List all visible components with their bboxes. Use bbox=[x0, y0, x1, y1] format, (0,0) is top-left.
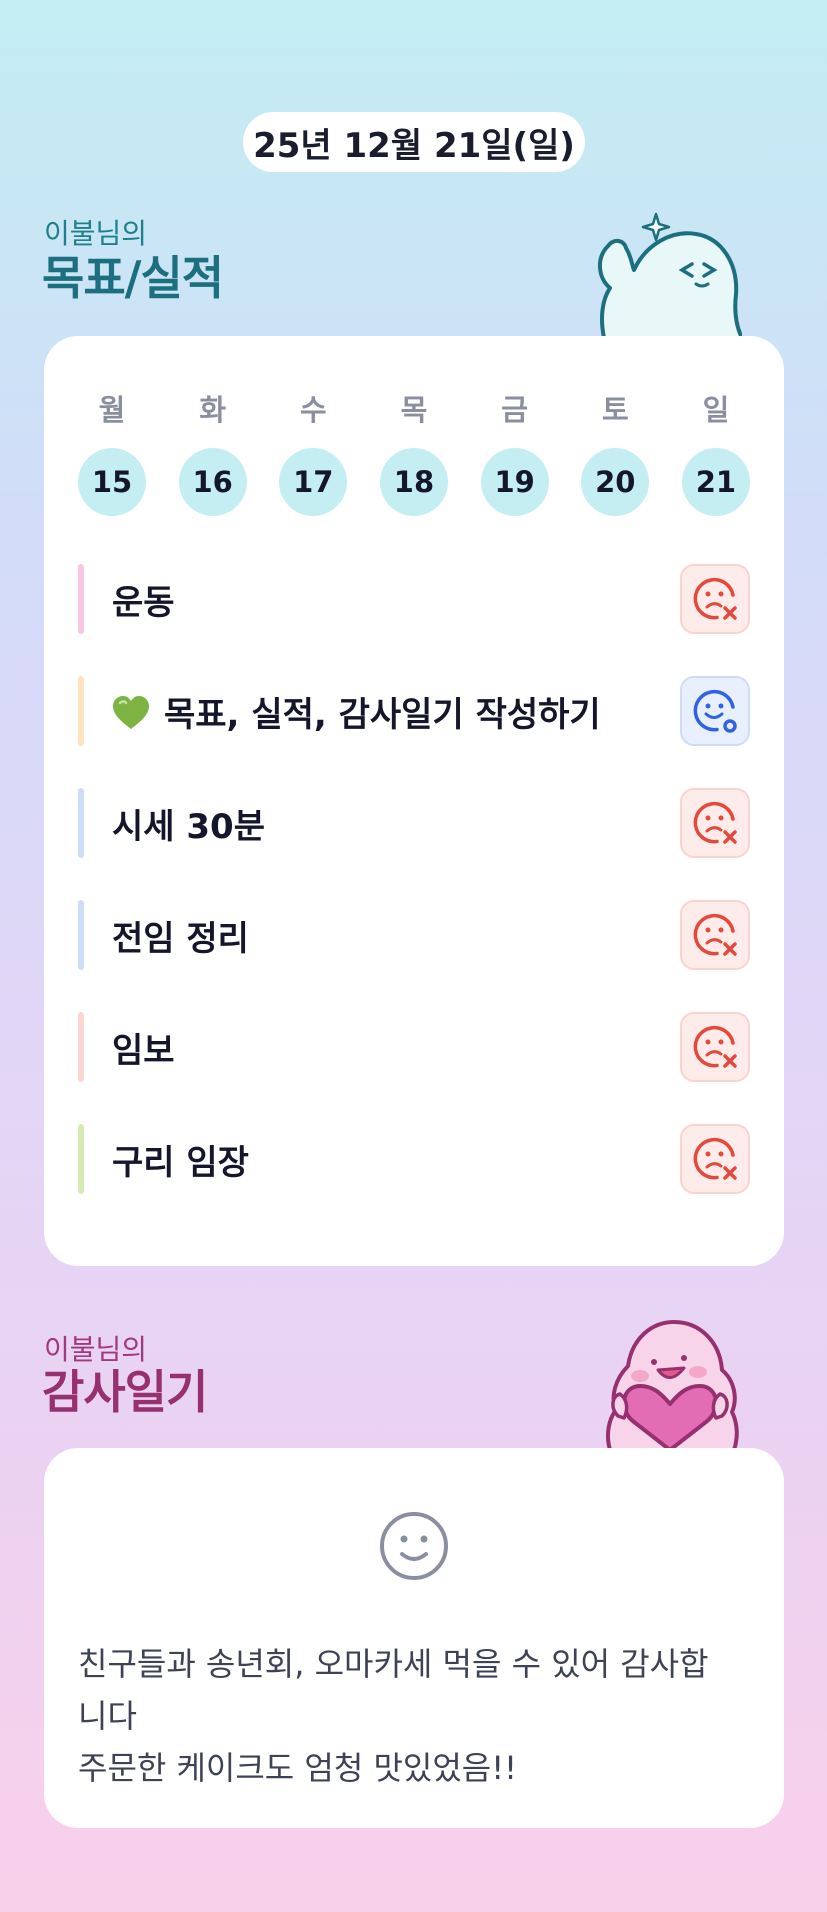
goal-label: 전임 정리 bbox=[112, 918, 249, 959]
day-name: 월 bbox=[98, 393, 126, 427]
thanks-section-title: 감사일기 bbox=[42, 1365, 208, 1419]
day-wed[interactable]: 수 17 bbox=[279, 390, 348, 516]
goal-label: 목표, 실적, 감사일기 작성하기 bbox=[164, 694, 601, 735]
thanks-line: 친구들과 송년회, 오마카세 먹을 수 있어 감사합 bbox=[78, 1645, 709, 1683]
goal-item[interactable]: 구리 임장 bbox=[78, 1124, 750, 1194]
day-number[interactable]: 19 bbox=[480, 448, 549, 516]
goal-color-bar bbox=[78, 788, 84, 858]
day-name: 일 bbox=[702, 393, 730, 427]
sad-face-x-icon bbox=[693, 801, 737, 844]
thanks-card: 친구들과 송년회, 오마카세 먹을 수 있어 감사합 니다 주문한 케이크도 엄… bbox=[44, 1448, 784, 1828]
day-name: 토 bbox=[601, 393, 629, 427]
sad-face-x-icon bbox=[693, 1137, 737, 1180]
fail-status-button[interactable] bbox=[680, 564, 750, 634]
day-fri[interactable]: 금 19 bbox=[480, 390, 549, 516]
goal-color-bar bbox=[78, 1012, 84, 1082]
day-number[interactable]: 18 bbox=[379, 448, 448, 516]
goals-card: 월 15 화 16 수 17 목 18 금 19 토 20 일 21 운동 목표… bbox=[44, 336, 784, 1266]
goal-label: 시세 30분 bbox=[112, 806, 265, 847]
goal-item[interactable]: 전임 정리 bbox=[78, 900, 750, 970]
ok-status-button[interactable] bbox=[680, 676, 750, 746]
goal-item[interactable]: 목표, 실적, 감사일기 작성하기 bbox=[78, 676, 750, 746]
day-sat[interactable]: 토 20 bbox=[581, 390, 650, 516]
goal-label: 임보 bbox=[112, 1030, 175, 1071]
day-number[interactable]: 17 bbox=[279, 448, 348, 516]
waving-mascot-icon bbox=[598, 212, 742, 338]
goal-label: 구리 임장 bbox=[112, 1142, 249, 1183]
fail-status-button[interactable] bbox=[680, 788, 750, 858]
smile-face-icon[interactable] bbox=[378, 1510, 450, 1582]
day-name: 수 bbox=[299, 393, 327, 427]
date-pill[interactable]: 25년 12월 21일(일) bbox=[243, 112, 585, 172]
goals-section-title: 목표/실적 bbox=[42, 251, 224, 305]
green-heart-icon bbox=[113, 695, 149, 729]
goal-color-bar bbox=[78, 676, 84, 746]
goal-item[interactable]: 시세 30분 bbox=[78, 788, 750, 858]
goal-item[interactable]: 운동 bbox=[78, 564, 750, 634]
goal-label: 운동 bbox=[112, 582, 175, 623]
goal-color-bar bbox=[78, 900, 84, 970]
thanks-diary-text: 친구들과 송년회, 오마카세 먹을 수 있어 감사합 니다 주문한 케이크도 엄… bbox=[78, 1638, 758, 1794]
day-number[interactable]: 21 bbox=[681, 448, 750, 516]
day-mon[interactable]: 월 15 bbox=[78, 390, 146, 516]
day-name: 화 bbox=[199, 393, 226, 427]
day-name: 목 bbox=[400, 393, 428, 427]
thanks-line: 주문한 케이크도 엄청 맛있었음!! bbox=[78, 1749, 517, 1787]
smile-face-o-icon bbox=[693, 689, 737, 733]
day-thu[interactable]: 목 18 bbox=[379, 390, 448, 516]
day-number[interactable]: 20 bbox=[581, 448, 650, 516]
day-sun[interactable]: 일 21 bbox=[681, 390, 750, 516]
fail-status-button[interactable] bbox=[680, 900, 750, 970]
thanks-line: 니다 bbox=[78, 1697, 137, 1735]
sad-face-x-icon bbox=[693, 1025, 737, 1068]
sad-face-x-icon bbox=[693, 577, 737, 620]
day-tue[interactable]: 화 16 bbox=[178, 390, 247, 516]
heart-hugging-mascot-icon bbox=[606, 1320, 739, 1450]
day-number[interactable]: 16 bbox=[178, 448, 247, 516]
goal-color-bar bbox=[78, 564, 84, 634]
sad-face-x-icon bbox=[693, 913, 737, 956]
fail-status-button[interactable] bbox=[680, 1124, 750, 1194]
day-number[interactable]: 15 bbox=[78, 448, 146, 516]
goal-label-wrapper: 목표, 실적, 감사일기 작성하기 bbox=[112, 687, 680, 736]
week-calendar: 월 15 화 16 수 17 목 18 금 19 토 20 일 21 bbox=[78, 390, 750, 516]
fail-status-button[interactable] bbox=[680, 1012, 750, 1082]
goal-color-bar bbox=[78, 1124, 84, 1194]
goal-item[interactable]: 임보 bbox=[78, 1012, 750, 1082]
day-name: 금 bbox=[501, 393, 528, 427]
